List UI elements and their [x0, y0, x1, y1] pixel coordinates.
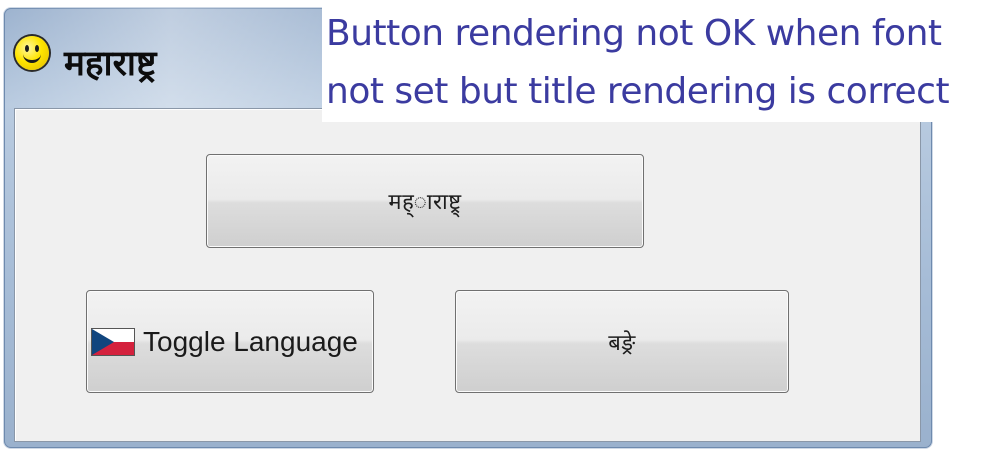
smiley-icon	[15, 36, 49, 70]
devanagari-button[interactable]: बङ्रे	[455, 290, 789, 393]
screenshot: महाराष्ट्र मह्ाराष्ट्र् Toggle Language …	[0, 0, 990, 454]
client-area: मह्ाराष्ट्र् Toggle Language बङ्रे	[14, 108, 921, 442]
window-title: महाराष्ट्र	[64, 44, 157, 84]
annotation-line-2: not set but title rendering is correct	[326, 71, 950, 112]
devanagari-button-label: बङ्रे	[608, 330, 636, 356]
czech-flag-icon	[91, 327, 135, 356]
annotation-note: Button rendering not OK when font not se…	[322, 0, 990, 122]
annotation-line-1: Button rendering not OK when font	[326, 13, 942, 54]
toggle-language-label: Toggle Language	[143, 325, 358, 357]
title-bar[interactable]: महाराष्ट्र	[4, 8, 324, 108]
marathi-button-label: मह्ाराष्ट्र्	[388, 190, 462, 215]
toggle-language-button[interactable]: Toggle Language	[86, 290, 374, 393]
marathi-button[interactable]: मह्ाराष्ट्र्	[206, 154, 644, 248]
